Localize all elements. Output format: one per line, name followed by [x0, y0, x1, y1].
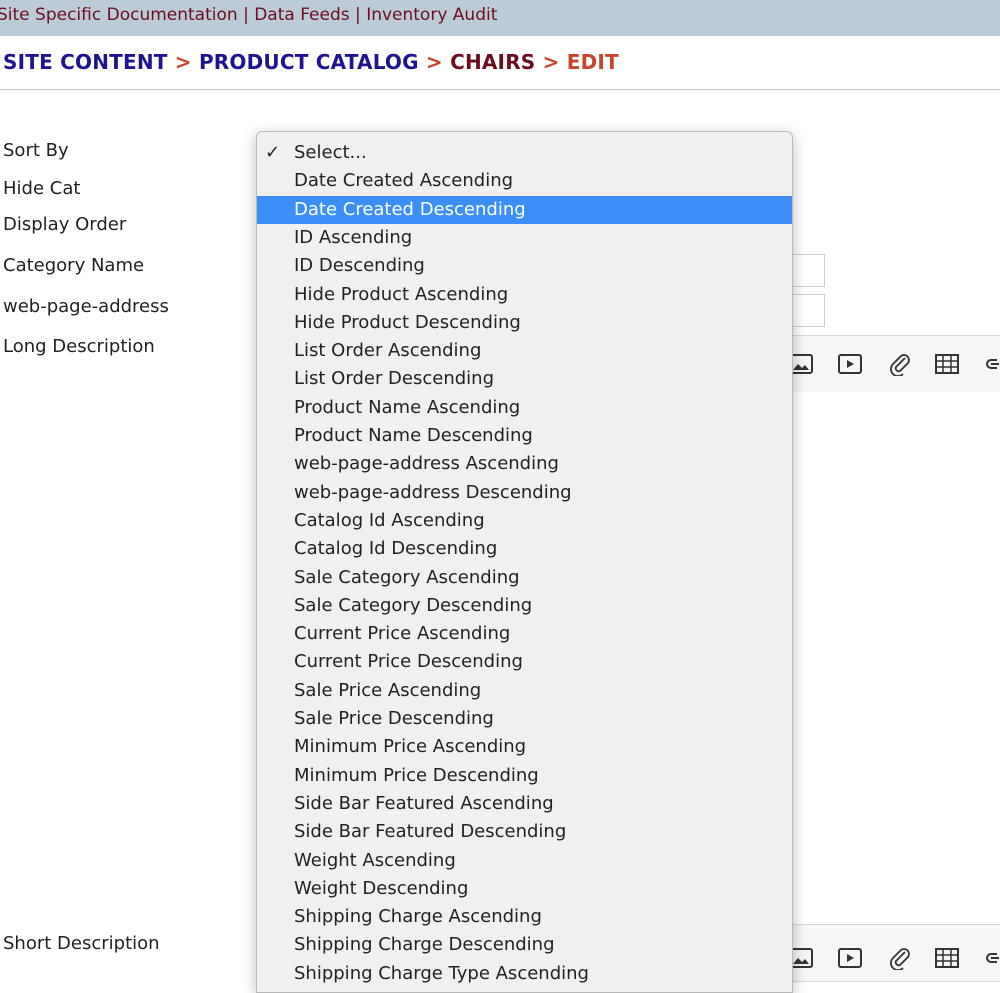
sort-option-label: Date Created Ascending: [294, 170, 514, 192]
sort-option[interactable]: Shipping Charge Ascending: [257, 903, 792, 931]
checkmark-icon: ✓: [265, 142, 281, 163]
sort-option[interactable]: Product Name Descending: [257, 422, 792, 450]
breadcrumb-chairs[interactable]: CHAIRS: [450, 50, 535, 74]
attachment-icon[interactable]: [887, 352, 913, 376]
sort-option[interactable]: Sale Category Ascending: [257, 564, 792, 592]
video-icon[interactable]: [837, 946, 863, 970]
sort-option-label: Side Bar Featured Ascending: [294, 792, 554, 814]
breadcrumb-separator: >: [542, 50, 560, 74]
sort-option[interactable]: Minimum Price Ascending: [257, 733, 792, 761]
nav-link-inventory-audit[interactable]: Inventory Audit: [366, 5, 497, 25]
sort-option-label: web-page-address Ascending: [294, 453, 559, 475]
sort-option[interactable]: Catalog Id Descending: [257, 535, 792, 563]
sort-option-label: web-page-address Descending: [294, 481, 572, 503]
nav-separator: |: [243, 5, 249, 25]
top-nav-bar: Site Specific Documentation | Data Feeds…: [0, 0, 1000, 36]
sort-option-label: Minimum Price Ascending: [294, 736, 527, 758]
sort-option[interactable]: Minimum Price Descending: [257, 762, 792, 790]
sort-option-label: Weight Descending: [294, 877, 469, 899]
sort-option-label: ID Ascending: [294, 226, 413, 248]
nav-link-site-specific-documentation[interactable]: Site Specific Documentation: [0, 5, 238, 25]
sort-option[interactable]: Hide Product Ascending: [257, 281, 792, 309]
sort-option[interactable]: Catalog Id Ascending: [257, 507, 792, 535]
sort-option[interactable]: Side Bar Featured Ascending: [257, 790, 792, 818]
sort-option-label: Hide Product Descending: [294, 311, 521, 333]
breadcrumb-site-content[interactable]: SITE CONTENT: [3, 50, 168, 74]
header-divider: [0, 89, 1000, 90]
sort-option[interactable]: Shipping Charge Type Ascending: [257, 960, 792, 988]
sort-option-label: Shipping Charge Ascending: [294, 906, 542, 928]
display-order-label: Display Order: [3, 214, 127, 235]
long-description-label: Long Description: [3, 336, 155, 357]
sort-option[interactable]: Shipping Charge Descending: [257, 931, 792, 959]
sort-option-label: Product Name Descending: [294, 425, 533, 446]
sort-option[interactable]: Date Created Ascending: [257, 167, 792, 195]
sort-option-label: Current Price Ascending: [294, 623, 511, 645]
sort-option[interactable]: Sale Price Ascending: [257, 677, 792, 705]
sort-option-label: Shipping Charge Type Ascending: [294, 962, 589, 984]
sort-option[interactable]: Sale Price Descending: [257, 705, 792, 733]
sort-option[interactable]: Sale Category Descending: [257, 592, 792, 620]
nav-link-data-feeds[interactable]: Data Feeds: [254, 5, 349, 25]
sort-option-label: Sale Price Descending: [294, 708, 494, 729]
long-description-toolbar: [780, 335, 1000, 393]
table-icon[interactable]: [934, 946, 960, 970]
sort-option-label: Sale Category Ascending: [294, 566, 520, 588]
sort-option-label: Select...: [294, 142, 367, 163]
attachment-icon[interactable]: [887, 946, 913, 970]
sort-option-label: Shipping Charge Descending: [294, 934, 555, 956]
sort-option-label: Minimum Price Descending: [294, 764, 539, 786]
table-icon[interactable]: [934, 352, 960, 376]
sort-option-label: Catalog Id Ascending: [294, 509, 485, 531]
sort-option-label: List Order Ascending: [294, 340, 482, 362]
breadcrumb-edit: EDIT: [566, 50, 619, 74]
sort-option[interactable]: List Order Descending: [257, 365, 792, 393]
sort-option[interactable]: Side Bar Featured Descending: [257, 818, 792, 846]
sort-option-label: Product Name Ascending: [294, 396, 521, 418]
sort-option-label: Hide Product Ascending: [294, 283, 509, 305]
sort-by-label: Sort By: [3, 140, 69, 161]
short-description-toolbar: [780, 924, 1000, 982]
breadcrumb-separator: >: [425, 50, 443, 74]
sort-option[interactable]: Weight Ascending: [257, 847, 792, 875]
web-page-address-label: web-page-address: [3, 296, 169, 317]
sort-option[interactable]: ID Descending: [257, 252, 792, 280]
video-icon[interactable]: [837, 352, 863, 376]
nav-separator: |: [355, 5, 361, 25]
sort-option-label: Current Price Descending: [294, 651, 523, 673]
sort-option[interactable]: Current Price Ascending: [257, 620, 792, 648]
sort-option[interactable]: Hide Product Descending: [257, 309, 792, 337]
sort-option-label: Catalog Id Descending: [294, 538, 498, 560]
sort-option-label: Date Created Descending: [294, 198, 526, 220]
sort-option[interactable]: Date Created Descending: [257, 195, 792, 224]
sort-option-label: List Order Descending: [294, 368, 495, 390]
sort-option[interactable]: Product Name Ascending: [257, 394, 792, 422]
category-name-label: Category Name: [3, 255, 145, 276]
short-description-label: Short Description: [3, 933, 160, 954]
link-icon[interactable]: [983, 352, 1000, 376]
sort-option-label: Sale Price Ascending: [294, 679, 482, 701]
sort-option[interactable]: web-page-address Ascending: [257, 450, 792, 478]
long-description-editor[interactable]: [780, 392, 1000, 924]
sort-option[interactable]: web-page-address Descending: [257, 479, 792, 507]
hide-cat-label: Hide Cat: [3, 178, 81, 199]
sort-option-label: ID Descending: [294, 255, 425, 277]
sort-option[interactable]: ID Ascending: [257, 224, 792, 252]
sort-option-label: Side Bar Featured Descending: [294, 821, 567, 843]
breadcrumb-separator: >: [174, 50, 192, 74]
link-icon[interactable]: [983, 946, 1000, 970]
sort-option[interactable]: Weight Descending: [257, 875, 792, 903]
sort-option[interactable]: ✓ Select...: [257, 139, 792, 167]
sort-option[interactable]: List Order Ascending: [257, 337, 792, 365]
sort-option-label: Sale Category Descending: [294, 594, 533, 616]
sort-option-label: Weight Ascending: [294, 849, 456, 871]
breadcrumb: SITE CONTENT > PRODUCT CATALOG > CHAIRS …: [3, 47, 619, 77]
breadcrumb-product-catalog[interactable]: PRODUCT CATALOG: [199, 50, 419, 74]
sort-option[interactable]: Current Price Descending: [257, 648, 792, 676]
sort-by-dropdown-menu[interactable]: ✓ Select... Date Created Ascending Date Cre…: [256, 131, 793, 993]
